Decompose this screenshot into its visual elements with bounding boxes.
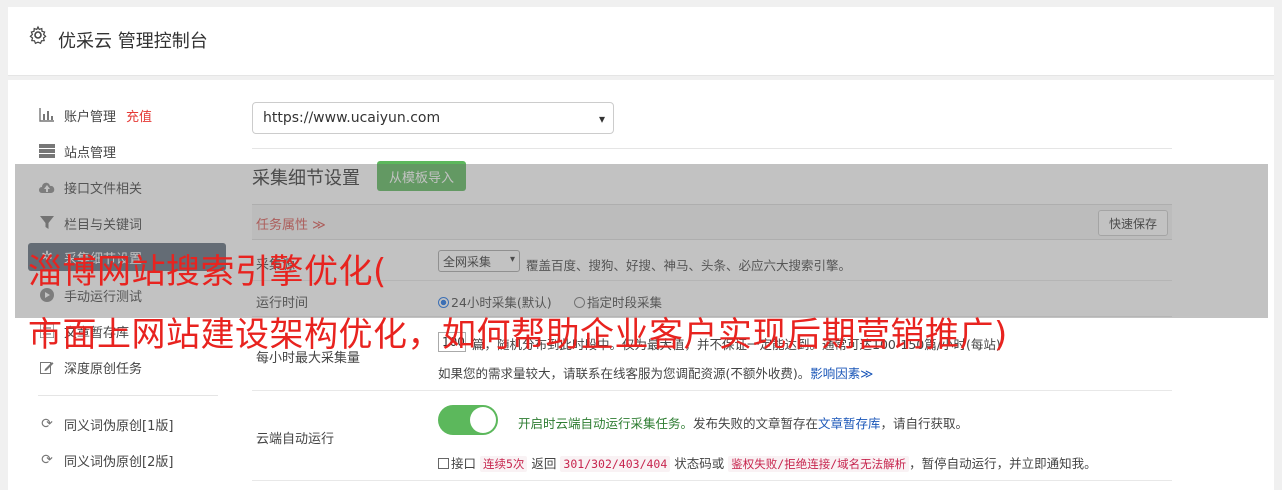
sidebar-item-deep-original[interactable]: 深度原创任务 [38, 353, 142, 381]
top-bar: 优采云 管理控制台 [8, 7, 1274, 76]
code-errors: 鉴权失败/拒绝连接/域名无法解析 [728, 456, 910, 472]
cloud-run-text-end: ，请自行获取。 [880, 416, 969, 431]
sidebar-item-label: 账户管理 [64, 109, 117, 125]
text-status-or: 状态码或 [674, 456, 725, 471]
recharge-link[interactable]: 充值 [126, 106, 152, 125]
article-store-link[interactable]: 文章暂存库 [818, 416, 881, 431]
divider [252, 148, 1172, 149]
refresh-icon: ⟳ [41, 416, 53, 432]
watermark-overlay [15, 164, 1268, 318]
sidebar-item-label: 站点管理 [64, 145, 117, 161]
text-pause-notify: ，暂停自动运行，并立即通知我。 [909, 456, 1097, 471]
pause-notify-checkbox[interactable] [438, 458, 449, 469]
site-select-value: https://www.ucaiyun.com [263, 110, 441, 126]
page-title: 优采云 管理控制台 [58, 31, 208, 52]
overlay-title-line1: 淄博网站搜索引擎优化( [28, 252, 387, 292]
sidebar-item-sites[interactable]: 站点管理 [38, 137, 116, 165]
cloud-run-description: 开启时云端自动运行采集任务。发布失败的文章暂存在文章暂存库，请自行获取。 [518, 413, 968, 432]
sidebar-item-synonym-v2[interactable]: ⟳ 同义词伪原创[2版] [38, 446, 173, 474]
sidebar-item-label: 同义词伪原创[2版] [64, 454, 174, 470]
refresh-icon: ⟳ [41, 452, 53, 468]
sidebar-divider [38, 395, 218, 396]
note-text: 如果您的需求量较大，请联系在线客服为您调配资源(不额外收费)。 [438, 366, 811, 381]
cloud-run-text: 发布失败的文章暂存在 [693, 416, 819, 431]
text-return: 返回 [531, 456, 557, 471]
site-select[interactable]: https://www.ucaiyun.com ▾ [252, 102, 614, 134]
pause-notify-option[interactable]: 接口 连续5次 返回 301/302/403/404 状态码或 鉴权失败/拒绝连… [438, 453, 1097, 472]
row-divider [252, 390, 1172, 391]
influence-factors-link[interactable]: 影响因素≫ [810, 366, 873, 381]
toggle-knob [470, 407, 496, 433]
sidebar-item-label: 同义词伪原创[1版] [64, 418, 174, 434]
check-label: 接口 [451, 456, 477, 471]
sidebar-item-account[interactable]: 账户管理 充值 [38, 101, 152, 129]
code-status: 301/302/403/404 [560, 456, 671, 472]
edit-icon [38, 359, 56, 375]
bar-chart-icon [38, 107, 56, 123]
cloud-run-label: 云端自动运行 [256, 432, 335, 447]
overlay-title-line2: 市面上网站建设架构优化，如何帮助企业客户实现后期营销推广) [28, 315, 1008, 355]
gear-icon [29, 25, 47, 45]
server-icon [38, 143, 56, 159]
sidebar-item-label: 深度原创任务 [64, 361, 143, 377]
cloud-run-toggle[interactable] [438, 405, 498, 435]
chevron-down-icon: ▾ [598, 112, 605, 126]
cloud-run-enabled-text: 开启时云端自动运行采集任务。 [518, 416, 694, 431]
row-divider [252, 480, 1172, 481]
code-consecutive: 连续5次 [480, 456, 528, 472]
sidebar-item-synonym-v1[interactable]: ⟳ 同义词伪原创[1版] [38, 410, 173, 438]
max-per-hour-note: 如果您的需求量较大，请联系在线客服为您调配资源(不额外收费)。影响因素≫ [438, 363, 873, 382]
